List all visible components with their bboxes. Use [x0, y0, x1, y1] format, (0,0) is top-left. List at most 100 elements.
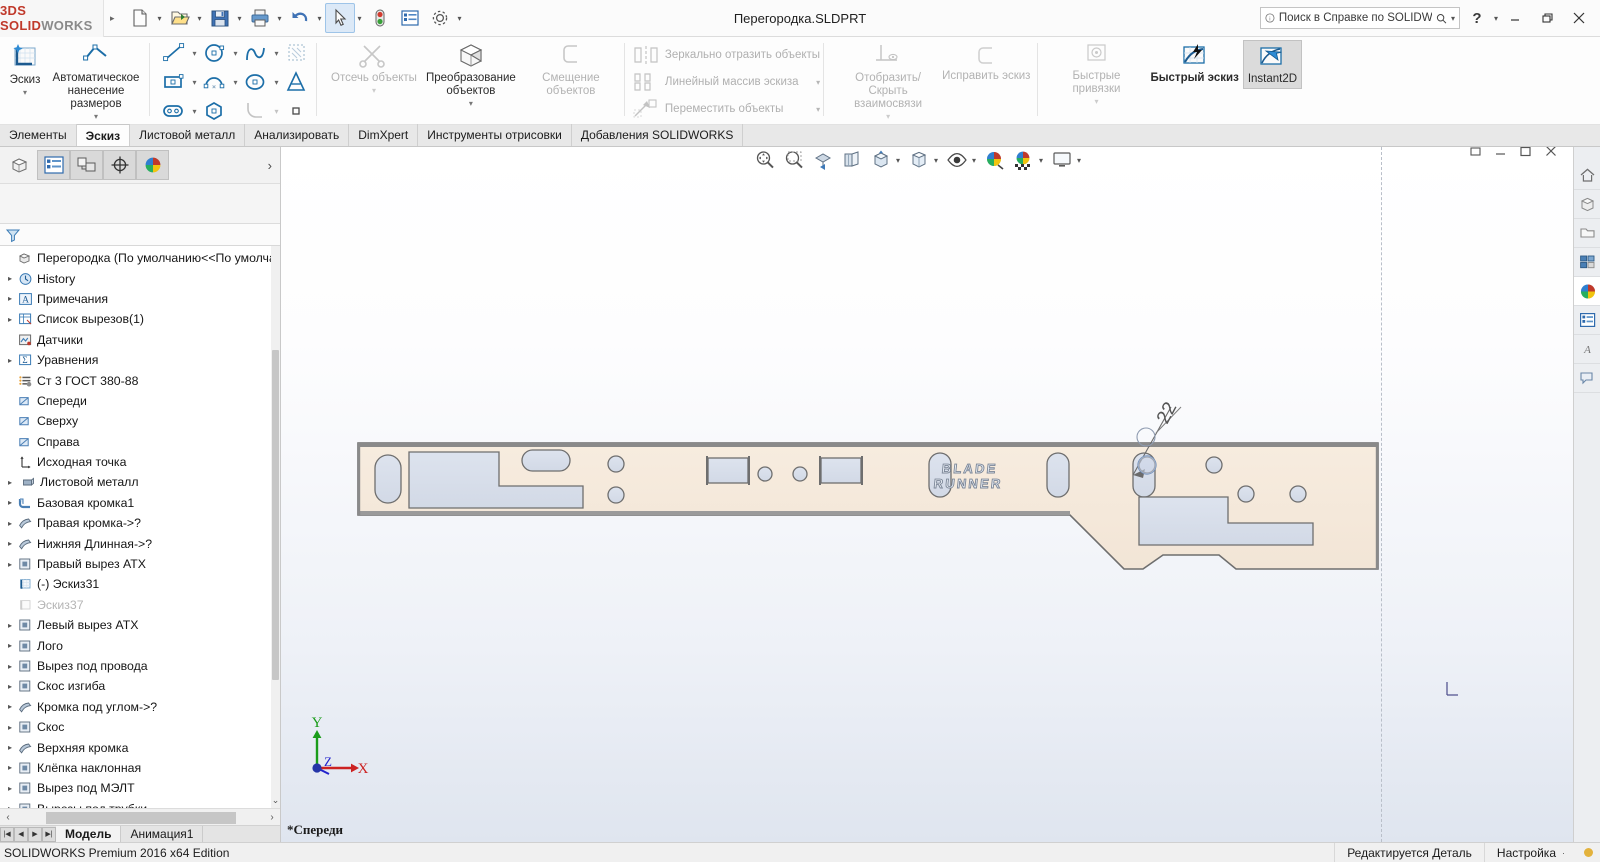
tab-sheet-metal[interactable]: Листовой металл [130, 124, 246, 146]
custom-properties-icon[interactable] [1574, 306, 1600, 335]
tree-item-angled-flange[interactable]: ▸ Кромка под углом->? [0, 697, 280, 717]
search-dropdown[interactable]: ▾ [1451, 14, 1455, 23]
save-dropdown[interactable]: ▾ [235, 14, 245, 23]
ellipse-tool-dropdown[interactable]: ▾ [272, 78, 281, 87]
print-icon[interactable] [245, 3, 275, 33]
quick-snaps-dropdown[interactable]: ▾ [1094, 97, 1098, 106]
arc-tool-dropdown[interactable]: ▾ [231, 78, 240, 87]
display-style-icon[interactable] [905, 147, 933, 175]
tree-arrow[interactable]: ▸ [3, 641, 17, 650]
tab-solidworks-addins[interactable]: Добавления SOLIDWORKS [572, 124, 744, 146]
restore-viewport-icon[interactable] [1469, 147, 1482, 158]
instant2d-button[interactable]: Instant2D [1242, 40, 1303, 89]
polygon-tool-icon[interactable] [199, 97, 231, 125]
feature-tree[interactable]: Перегородка (По умолчанию<<По умолчанию>… [0, 246, 280, 808]
apply-scene-icon[interactable] [1010, 147, 1038, 175]
panel-expand-button[interactable]: › [268, 158, 280, 173]
tree-item-top-flange[interactable]: ▸ Верхняя кромка [0, 737, 280, 757]
quick-snaps-button[interactable]: Быстрые привязки ▾ [1046, 40, 1146, 108]
tree-arrow[interactable]: ▸ [3, 804, 17, 808]
select-dropdown[interactable]: ▾ [355, 14, 365, 23]
minimize-viewport-icon[interactable] [1494, 147, 1507, 158]
rectangle-tool-dropdown[interactable]: ▾ [190, 78, 199, 87]
display-style-dropdown[interactable]: ▾ [934, 156, 942, 165]
convert-entities-dropdown[interactable]: ▾ [469, 99, 473, 108]
tree-item-sheet-metal[interactable]: ▸ Листовой металл [0, 472, 280, 492]
close-viewport-icon[interactable] [1544, 147, 1558, 158]
graphics-viewport[interactable]: ▾ ▾ ▾ ▾ ▾ BLADE RUNNER 22 Y X Z *Спереди [281, 147, 1573, 842]
tree-item-logo[interactable]: ▸ Лого [0, 635, 280, 655]
hscroll-track[interactable] [16, 810, 264, 824]
tree-item-cut-wires[interactable]: ▸ Вырез под провода [0, 656, 280, 676]
tree-arrow[interactable]: ▸ [3, 478, 17, 487]
hole-3[interactable] [757, 466, 773, 482]
hole-2[interactable] [607, 486, 625, 504]
line-tool-icon[interactable] [158, 39, 190, 67]
linear-pattern-dropdown[interactable]: ▾ [806, 78, 820, 87]
tree-scroll-down-arrow[interactable]: ⌄ [271, 795, 280, 806]
sketch-button[interactable]: Эскиз ▾ [4, 40, 46, 99]
tree-arrow[interactable]: ▸ [3, 539, 17, 548]
edit-appearance-icon[interactable] [981, 147, 1009, 175]
point-tool-icon[interactable] [281, 97, 313, 125]
tab-sketch[interactable]: Эскиз [76, 124, 131, 146]
view-settings-dropdown[interactable]: ▾ [1077, 156, 1085, 165]
arc-tool-icon[interactable] [199, 68, 231, 96]
linear-pattern-row[interactable]: Линейный массив эскиза ▾ [631, 69, 820, 95]
tab-elements[interactable]: Элементы [0, 124, 77, 146]
rapid-sketch-button[interactable]: Быстрый эскиз [1146, 40, 1242, 87]
trim-entities-button[interactable]: Отсечь объекты ▾ [327, 40, 421, 97]
open-document-icon[interactable] [165, 3, 195, 33]
auto-dimension-button[interactable]: Автоматическое нанесение размеров ▾ [46, 40, 146, 123]
text-tool-icon[interactable] [281, 68, 313, 96]
tree-arrow[interactable]: ▸ [3, 519, 17, 528]
tree-item-sensors[interactable]: Датчики [0, 330, 280, 350]
surface-tool-icon[interactable] [281, 39, 313, 67]
feature-tree-tab[interactable] [4, 150, 37, 180]
tree-item-bend-chamfer[interactable]: ▸ Скос изгиба [0, 676, 280, 696]
tree-item-material[interactable]: Ст 3 ГОСТ 380-88 [0, 370, 280, 390]
view-orientation-dropdown[interactable]: ▾ [896, 156, 904, 165]
restore-button[interactable] [1532, 3, 1562, 33]
tree-item-edge-flange-bottom[interactable]: ▸ Нижняя Длинная->? [0, 533, 280, 553]
rebuild-icon[interactable] [365, 3, 395, 33]
print-dropdown[interactable]: ▾ [275, 14, 285, 23]
dimxpert-manager-tab[interactable] [103, 150, 136, 180]
circle-tool-dropdown[interactable]: ▾ [231, 49, 240, 58]
cut-rect-b[interactable] [819, 456, 863, 485]
convert-entities-button[interactable]: Преобразование объектов ▾ [421, 40, 521, 110]
tree-arrow[interactable]: ▸ [3, 682, 17, 691]
tree-item-base-flange[interactable]: ▸ Базовая кромка1 [0, 493, 280, 513]
tree-item-chamfer[interactable]: ▸ Скос [0, 717, 280, 737]
design-library-icon[interactable] [1574, 190, 1600, 219]
undo-icon[interactable] [285, 3, 315, 33]
tree-arrow[interactable]: ▸ [3, 702, 17, 711]
select-arrow-icon[interactable] [324, 3, 355, 33]
tree-arrow[interactable]: ▸ [3, 784, 17, 793]
hole-right-4[interactable] [1289, 485, 1307, 503]
rectangle-tool-icon[interactable] [158, 68, 190, 96]
move-entities-row[interactable]: Переместить объекты ▾ [631, 96, 820, 122]
cut-slot-top[interactable] [521, 449, 571, 472]
fillet-tool-dropdown[interactable]: ▾ [272, 107, 281, 116]
appearances-scenes-icon[interactable] [1574, 277, 1600, 306]
tree-item-plane-front[interactable]: Спереди [0, 391, 280, 411]
configuration-manager-tab[interactable] [70, 150, 103, 180]
tab-nav-prev[interactable]: ◀ [14, 826, 28, 842]
tree-horizontal-scrollbar[interactable]: ‹ › [0, 808, 280, 825]
tree-item-origin[interactable]: Исходная точка [0, 452, 280, 472]
tree-vertical-scrollbar[interactable]: ⌄ [271, 246, 280, 808]
slot-tool-dropdown[interactable]: ▾ [190, 107, 199, 116]
view-palette-icon[interactable] [1574, 248, 1600, 277]
slot-tool-icon[interactable] [158, 97, 190, 125]
tree-arrow[interactable]: ▸ [3, 315, 17, 324]
view-settings-icon[interactable] [1048, 147, 1076, 175]
spline-tool-dropdown[interactable]: ▾ [272, 49, 281, 58]
zoom-to-area-icon[interactable] [780, 147, 808, 175]
help-dropdown[interactable]: ▾ [1494, 14, 1498, 23]
status-configuration[interactable]: Настройка · [1483, 843, 1577, 862]
hscroll-thumb[interactable] [46, 811, 236, 824]
auto-dimension-dropdown[interactable]: ▾ [94, 112, 98, 121]
property-manager-tab[interactable] [37, 150, 70, 180]
drawing-annotations-icon[interactable]: A [1574, 335, 1600, 364]
